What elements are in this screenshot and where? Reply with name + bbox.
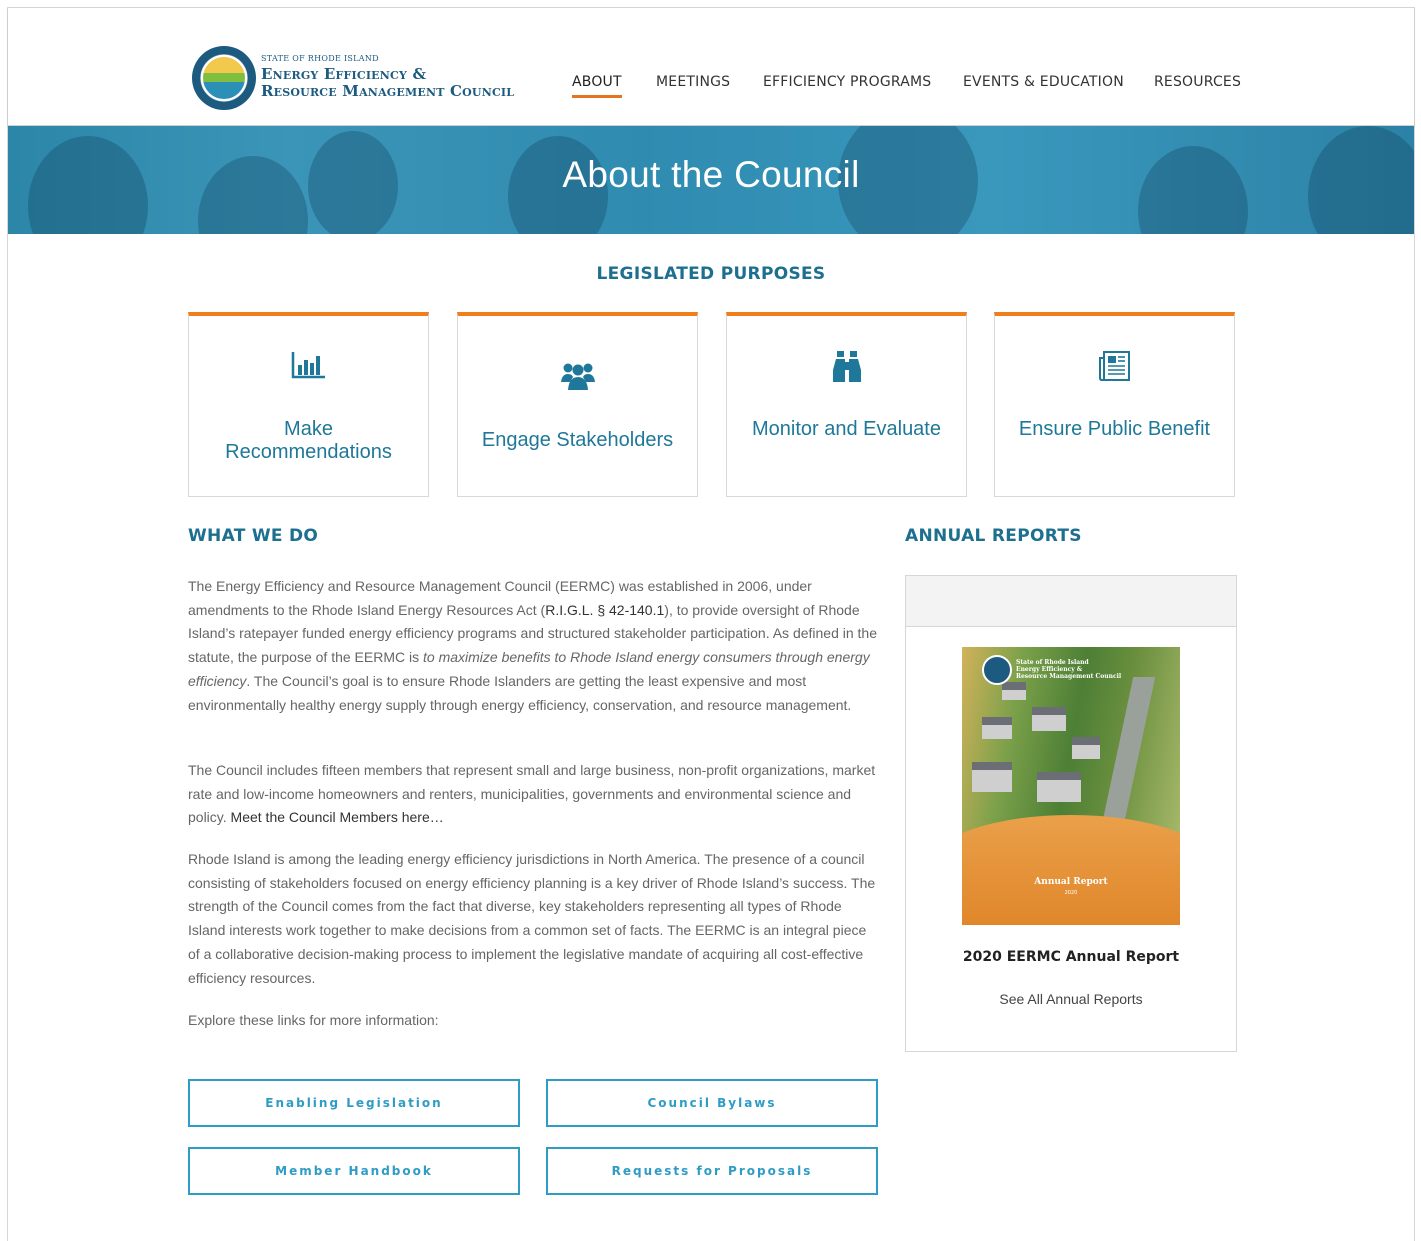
text-run: . The Council’s goal is to ensure Rhode … — [188, 672, 852, 713]
purpose-card-label: Make Recommendations — [225, 418, 392, 463]
nav-item-meetings[interactable]: MEETINGS — [656, 74, 730, 90]
annual-report-panel: State of Rhode Island Energy Efficiency … — [905, 575, 1237, 1052]
about-paragraph-1: The Energy Efficiency and Resource Manag… — [188, 575, 878, 717]
explore-links-text: Explore these links for more information… — [188, 1012, 439, 1028]
logo-state-line: STATE OF RHODE ISLAND — [261, 54, 379, 63]
cover-heading-line: Resource Management Council — [1016, 673, 1122, 680]
see-all-reports-link[interactable]: See All Annual Reports — [906, 991, 1236, 1007]
legislated-purposes-heading: LEGISLATED PURPOSES — [596, 264, 826, 284]
hero-banner: About the Council — [8, 126, 1414, 234]
page-title: About the Council — [562, 154, 860, 195]
logo-line-1: Energy Efficiency & — [261, 65, 427, 83]
nav-item-about[interactable]: ABOUT — [572, 74, 622, 98]
rigl-link[interactable]: R.I.G.L. § 42-140.1 — [545, 602, 664, 618]
nav-item-efficiency-programs[interactable]: EFFICIENCY PROGRAMS — [763, 74, 931, 90]
site-logo[interactable]: STATE OF RHODE ISLAND Energy Efficiency … — [192, 46, 514, 110]
member-handbook-button[interactable]: Member Handbook — [188, 1147, 520, 1195]
nav-item-events-education[interactable]: EVENTS & EDUCATION — [963, 74, 1124, 90]
annual-report-title[interactable]: 2020 EERMC Annual Report — [906, 949, 1236, 965]
purpose-card-label: Ensure Public Benefit — [1018, 418, 1211, 440]
cover-heading-line: Energy Efficiency & — [1016, 666, 1083, 673]
cover-title: Annual Report — [1034, 877, 1108, 887]
nav-item-resources[interactable]: RESOURCES — [1154, 74, 1241, 90]
annual-report-cover[interactable]: State of Rhode Island Energy Efficiency … — [962, 647, 1180, 925]
logo-wordmark: STATE OF RHODE ISLAND Energy Efficiency … — [261, 55, 514, 101]
cover-house — [1072, 737, 1100, 759]
binoculars-icon — [727, 350, 966, 384]
cover-house — [982, 717, 1012, 739]
group-icon — [458, 360, 697, 392]
purpose-card-label: Engage Stakeholders — [481, 429, 674, 451]
cover-house — [972, 762, 1012, 792]
purpose-card-monitor[interactable]: Monitor and Evaluate — [726, 312, 967, 497]
cover-house — [1037, 772, 1081, 802]
what-we-do-heading: WHAT WE DO — [188, 526, 319, 546]
logo-line-2: Resource Management Council — [261, 82, 515, 100]
cover-heading: State of Rhode Island Energy Efficiency … — [1016, 659, 1121, 680]
requests-for-proposals-button[interactable]: Requests for Proposals — [546, 1147, 878, 1195]
council-bylaws-button[interactable]: Council Bylaws — [546, 1079, 878, 1127]
enabling-legislation-button[interactable]: Enabling Legislation — [188, 1079, 520, 1127]
purpose-card-label: Monitor and Evaluate — [751, 418, 941, 440]
about-paragraph-2: The Council includes fifteen members tha… — [188, 759, 878, 830]
about-paragraph-3: Rhode Island is among the leading energy… — [188, 851, 876, 986]
cover-orange-band — [962, 815, 1180, 925]
cover-heading-line: State of Rhode Island — [1016, 659, 1089, 666]
purpose-card-recommendations[interactable]: Make Recommendations — [188, 312, 429, 497]
bar-chart-icon — [189, 350, 428, 380]
cover-house — [1032, 707, 1066, 731]
newspaper-icon — [995, 350, 1234, 382]
cover-house — [1002, 682, 1026, 700]
site-header: STATE OF RHODE ISLAND Energy Efficiency … — [8, 8, 1414, 126]
purpose-card-stakeholders[interactable]: Engage Stakeholders — [457, 312, 698, 497]
page-frame: STATE OF RHODE ISLAND Energy Efficiency … — [7, 7, 1415, 1241]
state-seal-icon — [192, 46, 256, 110]
cover-year: 2020 — [1064, 890, 1078, 896]
cover-seal-icon — [982, 655, 1012, 685]
annual-reports-heading: ANNUAL REPORTS — [905, 526, 1082, 546]
purpose-card-public-benefit[interactable]: Ensure Public Benefit — [994, 312, 1235, 497]
council-members-link[interactable]: Meet the Council Members here… — [231, 809, 444, 825]
panel-header — [906, 576, 1236, 627]
